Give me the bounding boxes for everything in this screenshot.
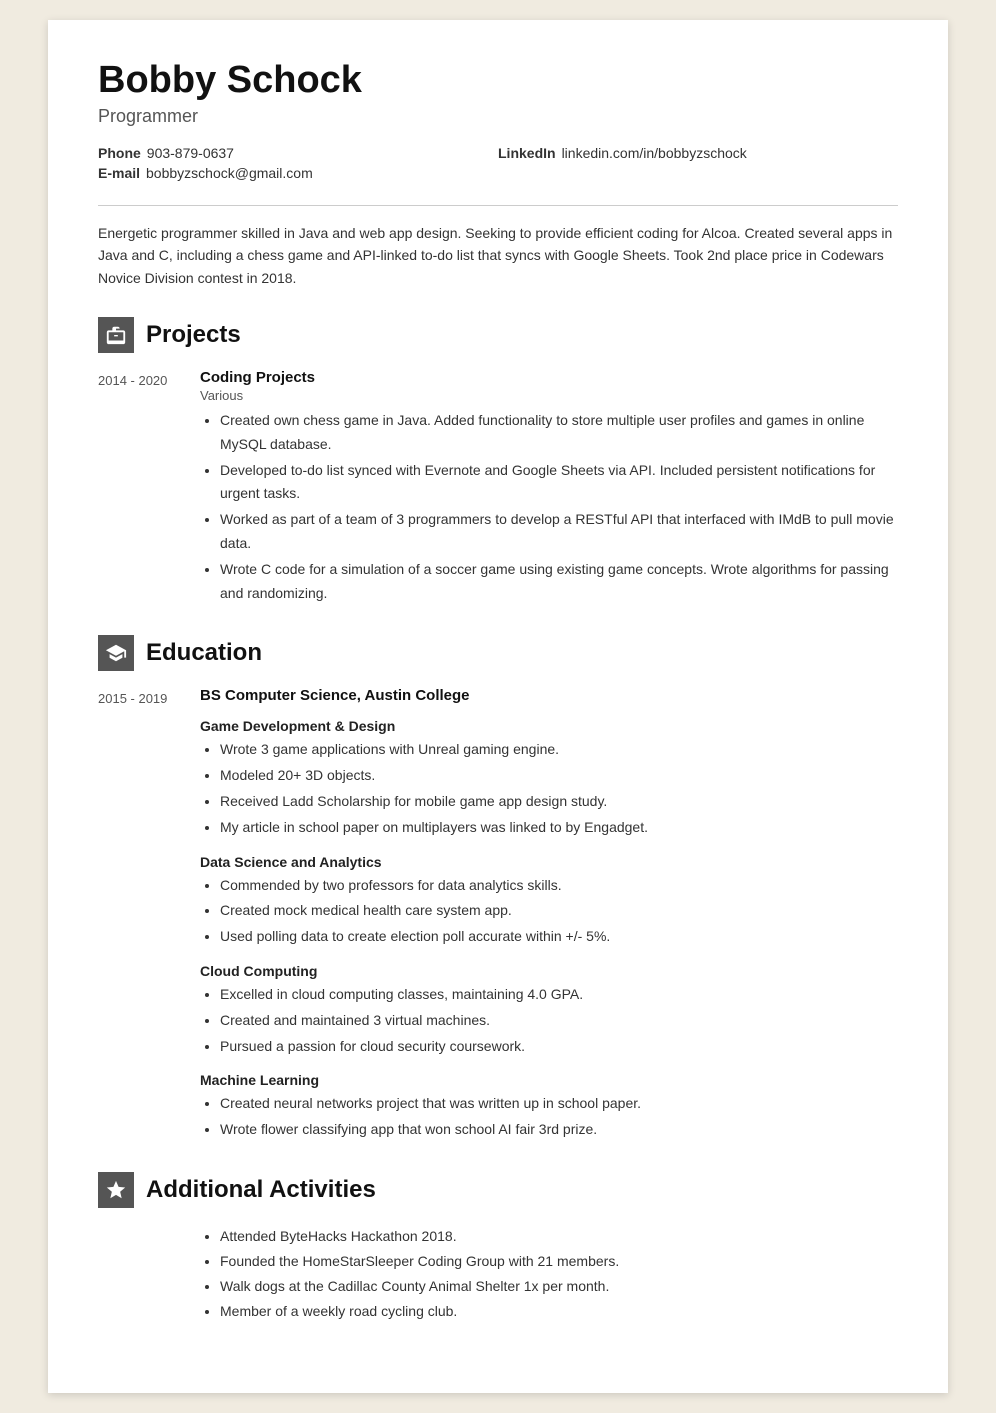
subsection-heading: Data Science and Analytics <box>200 854 898 870</box>
activities-list: Attended ByteHacks Hackathon 2018.Founde… <box>200 1224 898 1325</box>
list-item: Created neural networks project that was… <box>220 1092 898 1116</box>
bullet-list: Excelled in cloud computing classes, mai… <box>200 983 898 1058</box>
activities-icon <box>98 1172 134 1208</box>
entry-title: Coding Projects <box>200 369 898 386</box>
list-item: Wrote flower classifying app that won sc… <box>220 1118 898 1142</box>
summary-text: Energetic programmer skilled in Java and… <box>98 222 898 289</box>
projects-header: Projects <box>98 317 898 353</box>
entry-dates: 2014 - 2020 <box>98 369 188 607</box>
bullet-list: Created own chess game in Java. Added fu… <box>200 409 898 605</box>
briefcase-icon <box>105 324 127 346</box>
activities-header: Additional Activities <box>98 1172 898 1208</box>
list-item: My article in school paper on multiplaye… <box>220 816 898 840</box>
contact-section: Phone 903-879-0637 LinkedIn linkedin.com/i… <box>98 145 898 181</box>
education-section: Education 2015 - 2019BS Computer Science… <box>98 635 898 1144</box>
list-item: Worked as part of a team of 3 programmer… <box>220 508 898 556</box>
education-entries: 2015 - 2019BS Computer Science, Austin C… <box>98 687 898 1144</box>
entry-dates: 2015 - 2019 <box>98 687 188 1144</box>
activities-section: Additional Activities Attended ByteHacks… <box>98 1172 898 1325</box>
projects-entries: 2014 - 2020 Coding Projects Various Created… <box>98 369 898 607</box>
candidate-name: Bobby Schock <box>98 60 898 102</box>
list-item: Pursued a passion for cloud security cou… <box>220 1035 898 1059</box>
entry-content: BS Computer Science, Austin College Game … <box>200 687 898 1144</box>
activities-title: Additional Activities <box>146 1176 376 1204</box>
education-title: Education <box>146 639 262 667</box>
email-value: bobbyzschock@gmail.com <box>146 165 313 181</box>
bullet-list: Created neural networks project that was… <box>200 1092 898 1142</box>
subsection-heading: Machine Learning <box>200 1072 898 1088</box>
education-icon <box>98 635 134 671</box>
list-item: Developed to-do list synced with Evernot… <box>220 459 898 507</box>
email-label: E-mail <box>98 165 140 181</box>
list-item: Received Ladd Scholarship for mobile gam… <box>220 790 898 814</box>
entry-title: BS Computer Science, Austin College <box>200 687 898 704</box>
education-header: Education <box>98 635 898 671</box>
list-item: Created mock medical health care system … <box>220 899 898 923</box>
entry-content: Coding Projects Various Created own chess … <box>200 369 898 607</box>
education-entry: 2015 - 2019BS Computer Science, Austin C… <box>98 687 898 1144</box>
candidate-title: Programmer <box>98 106 898 127</box>
linkedin-value: linkedin.com/in/bobbyzschock <box>562 145 747 161</box>
list-item: Modeled 20+ 3D objects. <box>220 764 898 788</box>
list-item: Created and maintained 3 virtual machine… <box>220 1009 898 1033</box>
phone-label: Phone <box>98 145 141 161</box>
star-icon <box>105 1179 127 1201</box>
phone-item: Phone 903-879-0637 <box>98 145 498 161</box>
project-entry: 2014 - 2020 Coding Projects Various Created… <box>98 369 898 607</box>
subsection-heading: Game Development & Design <box>200 718 898 734</box>
projects-title: Projects <box>146 321 241 349</box>
graduation-icon <box>105 642 127 664</box>
list-item: Member of a weekly road cycling club. <box>220 1299 898 1324</box>
bullet-list: Wrote 3 game applications with Unreal ga… <box>200 738 898 839</box>
bullet-list: Commended by two professors for data ana… <box>200 874 898 949</box>
resume-container: Bobby Schock Programmer Phone 903-879-063… <box>48 20 948 1393</box>
list-item: Commended by two professors for data ana… <box>220 874 898 898</box>
header-section: Bobby Schock Programmer <box>98 60 898 127</box>
entry-subtitle: Various <box>200 388 898 403</box>
list-item: Wrote C code for a simulation of a socce… <box>220 558 898 606</box>
phone-value: 903-879-0637 <box>147 145 234 161</box>
projects-section: Projects 2014 - 2020 Coding Projects Vario… <box>98 317 898 607</box>
divider <box>98 205 898 206</box>
list-item: Wrote 3 game applications with Unreal ga… <box>220 738 898 762</box>
subsection-heading: Cloud Computing <box>200 963 898 979</box>
list-item: Walk dogs at the Cadillac County Animal … <box>220 1274 898 1299</box>
list-item: Attended ByteHacks Hackathon 2018. <box>220 1224 898 1249</box>
list-item: Excelled in cloud computing classes, mai… <box>220 983 898 1007</box>
list-item: Created own chess game in Java. Added fu… <box>220 409 898 457</box>
list-item: Used polling data to create election pol… <box>220 925 898 949</box>
linkedin-item: LinkedIn linkedin.com/in/bobbyzschock <box>498 145 898 161</box>
email-item: E-mail bobbyzschock@gmail.com <box>98 165 498 181</box>
linkedin-label: LinkedIn <box>498 145 556 161</box>
projects-icon <box>98 317 134 353</box>
list-item: Founded the HomeStarSleeper Coding Group… <box>220 1249 898 1274</box>
